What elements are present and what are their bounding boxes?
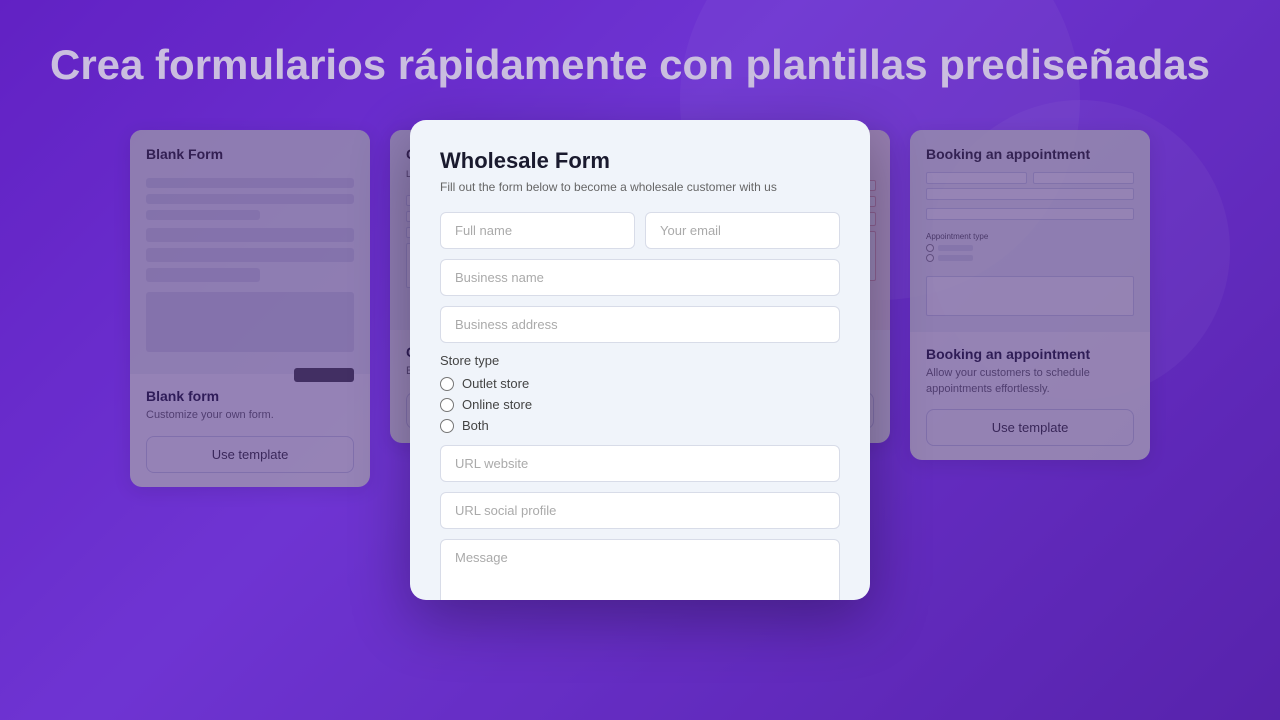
online-store-radio[interactable]: [440, 398, 454, 412]
online-store-option[interactable]: Online store: [440, 397, 840, 412]
store-type-label: Store type: [440, 353, 840, 368]
message-textarea[interactable]: [440, 539, 840, 600]
url-social-group: [440, 492, 840, 529]
outlet-store-radio[interactable]: [440, 377, 454, 391]
both-store-radio[interactable]: [440, 419, 454, 433]
store-type-section: Store type Outlet store Online store Bot…: [440, 353, 840, 433]
both-store-option[interactable]: Both: [440, 418, 840, 433]
wholesale-modal: Wholesale Form Fill out the form below t…: [410, 120, 870, 600]
business-address-group: [440, 306, 840, 343]
both-store-label[interactable]: Both: [462, 418, 489, 433]
full-name-input[interactable]: [440, 212, 635, 249]
business-name-group: [440, 259, 840, 296]
outlet-store-label[interactable]: Outlet store: [462, 376, 529, 391]
modal-title: Wholesale Form: [440, 148, 840, 174]
modal-overlay[interactable]: Wholesale Form Fill out the form below t…: [0, 0, 1280, 720]
url-website-input[interactable]: [440, 445, 840, 482]
page-wrapper: Crea formularios rápidamente con plantil…: [0, 0, 1280, 720]
message-group: [440, 539, 840, 600]
modal-subtitle: Fill out the form below to become a whol…: [440, 180, 840, 194]
url-social-input[interactable]: [440, 492, 840, 529]
online-store-label[interactable]: Online store: [462, 397, 532, 412]
outlet-store-option[interactable]: Outlet store: [440, 376, 840, 391]
url-website-group: [440, 445, 840, 482]
name-email-row: [440, 212, 840, 249]
business-address-input[interactable]: [440, 306, 840, 343]
email-input[interactable]: [645, 212, 840, 249]
business-name-input[interactable]: [440, 259, 840, 296]
